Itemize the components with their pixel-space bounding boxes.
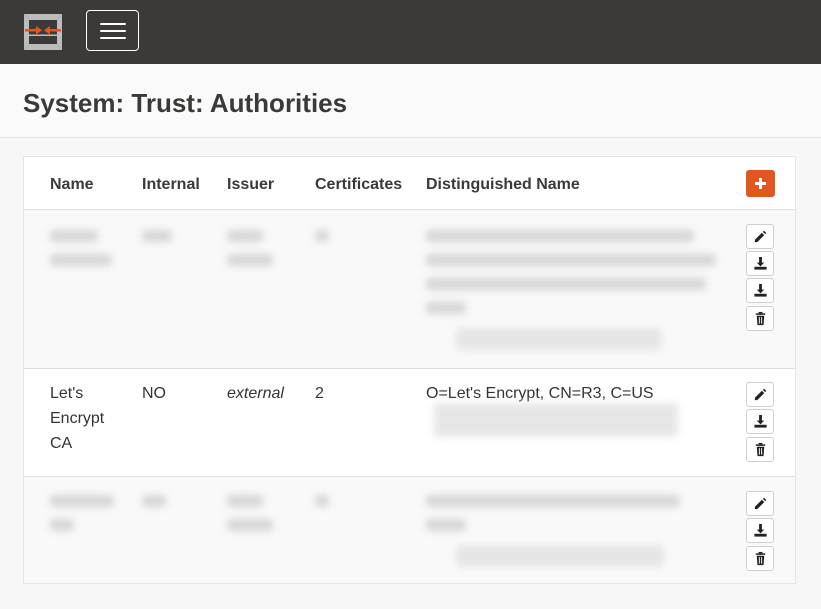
download-button[interactable] xyxy=(746,278,774,303)
delete-button[interactable] xyxy=(746,306,774,331)
table-row[interactable]: Let's Encrypt CA NO external 2 O=Let's E… xyxy=(24,369,795,476)
download-icon xyxy=(754,256,767,270)
cell-internal: NO xyxy=(142,385,166,402)
page-title: System: Trust: Authorities xyxy=(23,88,348,118)
cell-issuer: external xyxy=(227,385,284,402)
edit-button[interactable] xyxy=(746,382,774,407)
trash-icon xyxy=(755,311,766,326)
redacted-name xyxy=(50,495,114,507)
delete-button[interactable] xyxy=(746,546,774,571)
edit-button[interactable] xyxy=(746,491,774,516)
header-internal[interactable]: Internal xyxy=(142,176,200,194)
header-issuer[interactable]: Issuer xyxy=(227,176,274,194)
redacted-issuer xyxy=(227,495,263,507)
download-icon xyxy=(754,414,767,428)
redacted-name xyxy=(50,230,98,242)
download-icon xyxy=(754,523,767,537)
header-name[interactable]: Name xyxy=(50,176,94,194)
redacted-certificates xyxy=(315,495,329,507)
header-distinguished-name[interactable]: Distinguished Name xyxy=(426,176,580,194)
trash-icon xyxy=(755,442,766,457)
pencil-icon xyxy=(754,497,767,510)
redacted-certificates xyxy=(315,230,329,242)
pencil-icon xyxy=(754,230,767,243)
authorities-table: Name Internal Issuer Certificates Distin… xyxy=(23,156,796,584)
redacted-internal xyxy=(142,495,166,507)
redacted-dn xyxy=(426,495,680,507)
cell-certificates: 2 xyxy=(315,385,324,402)
download-button[interactable] xyxy=(746,251,774,276)
edit-button[interactable] xyxy=(746,224,774,249)
delete-button[interactable] xyxy=(746,437,774,462)
header-certificates[interactable]: Certificates xyxy=(315,176,402,194)
download-button[interactable] xyxy=(746,409,774,434)
trash-icon xyxy=(755,551,766,566)
redacted-issuer xyxy=(227,230,263,242)
redacted-dn xyxy=(426,230,694,242)
hamburger-menu-icon[interactable] xyxy=(86,10,139,51)
redacted-internal xyxy=(142,230,172,242)
add-authority-button[interactable] xyxy=(746,170,775,197)
redacted-dn-extra xyxy=(434,403,678,437)
top-navbar xyxy=(0,0,821,64)
download-button[interactable] xyxy=(746,518,774,543)
download-icon xyxy=(754,283,767,297)
table-row[interactable] xyxy=(24,210,795,368)
page-header: System: Trust: Authorities xyxy=(0,64,821,138)
table-row[interactable] xyxy=(24,477,795,583)
pencil-icon xyxy=(754,388,767,401)
opnsense-logo-icon[interactable] xyxy=(22,11,64,53)
cell-name: Let's Encrypt CA xyxy=(50,385,105,452)
